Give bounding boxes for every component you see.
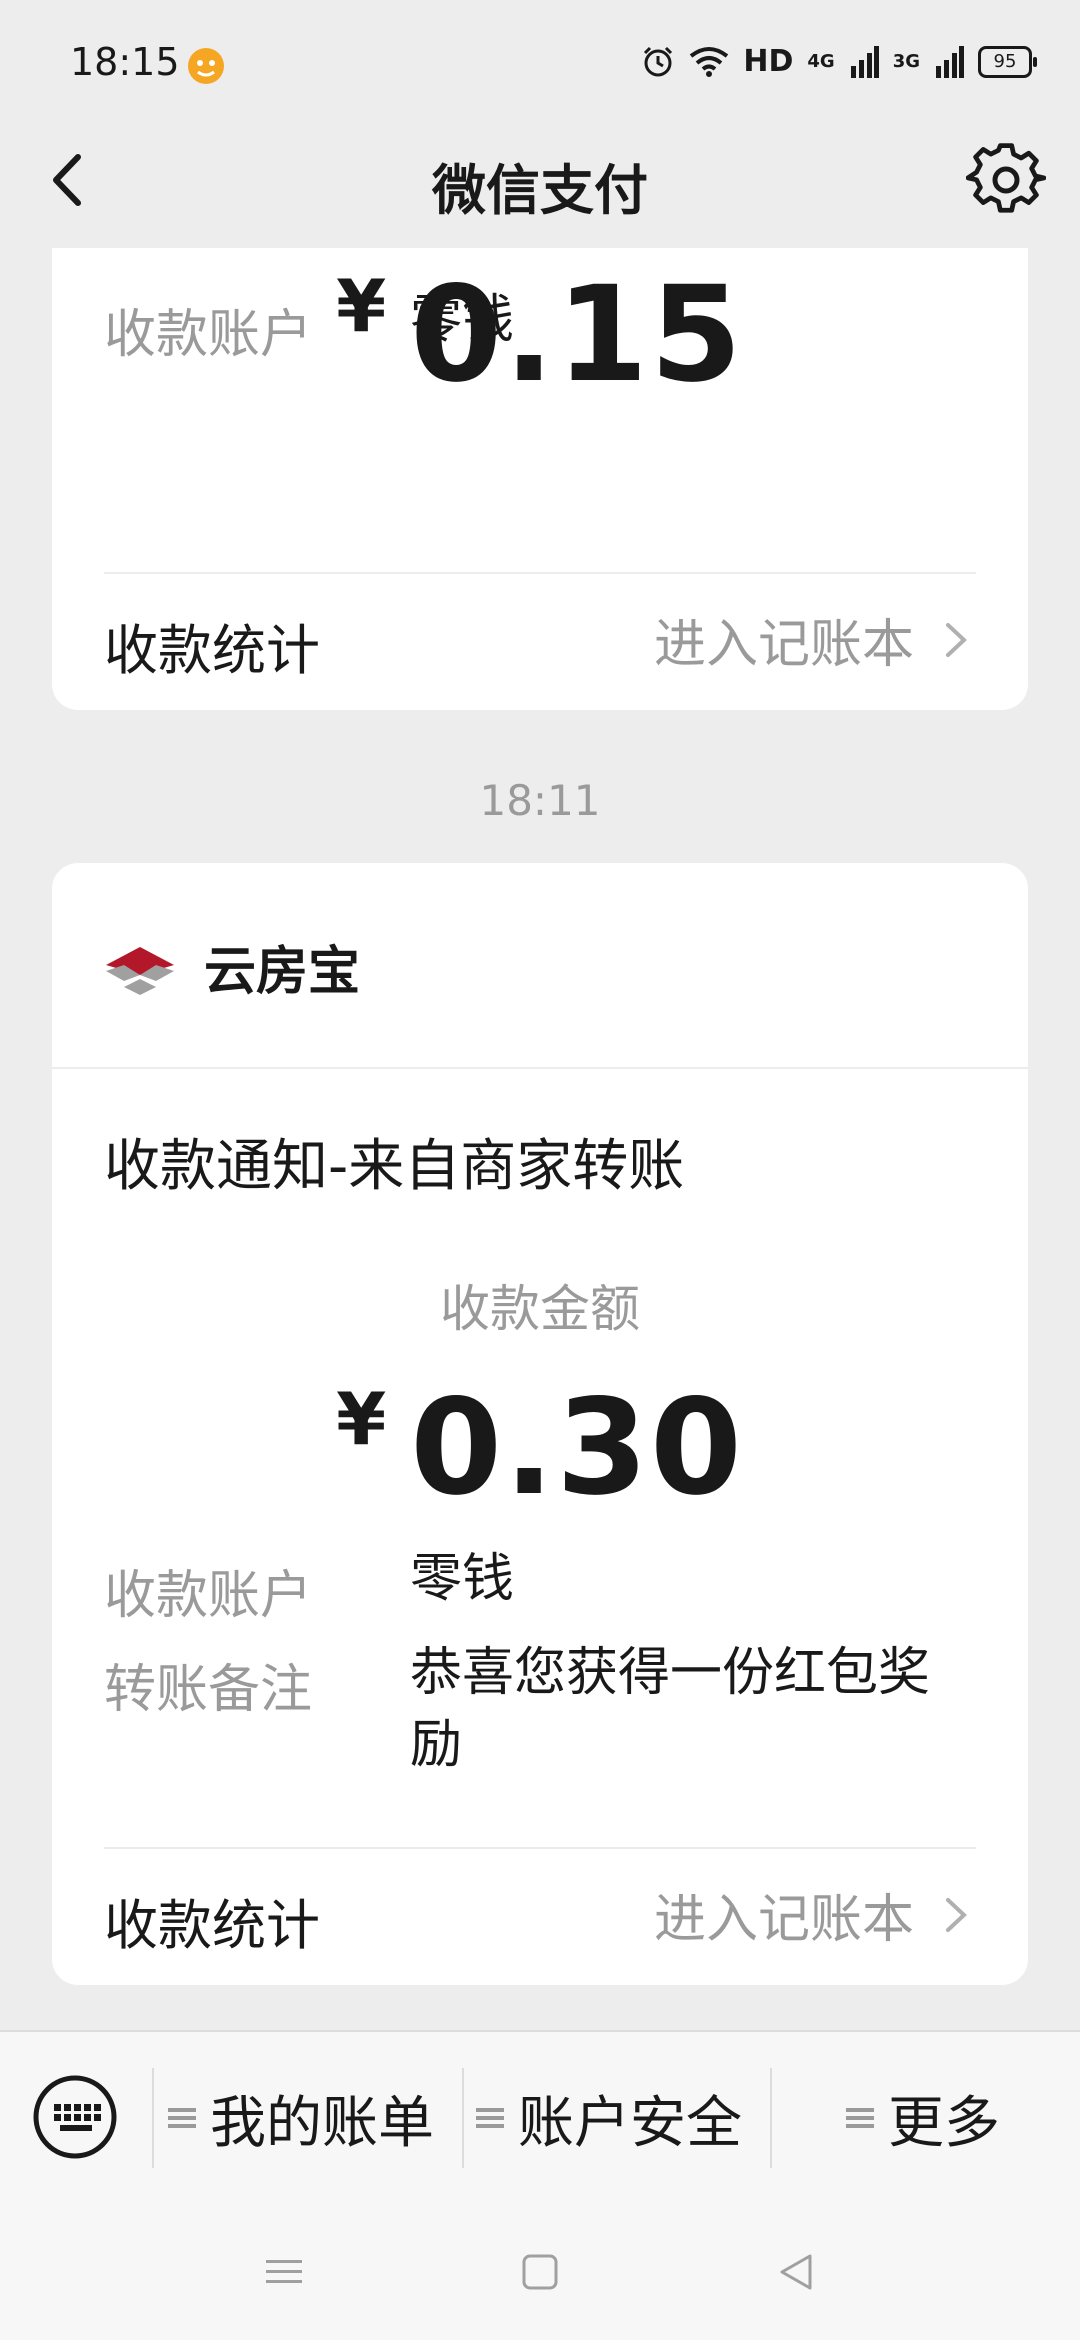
menu-list-icon	[168, 2108, 196, 2128]
chevron-right-icon	[946, 622, 967, 657]
amount-label: 收款金额	[440, 1280, 640, 1338]
home-icon[interactable]	[518, 2250, 562, 2294]
header-divider	[52, 1067, 1028, 1069]
wifi-icon	[690, 46, 729, 77]
signal-1-icon	[850, 45, 879, 78]
currency-symbol: ¥	[336, 1377, 387, 1461]
hd-label: HD	[743, 44, 794, 79]
account-label: 收款账户	[104, 1566, 313, 1626]
alarm-icon	[644, 46, 673, 76]
menu-label: 账户安全	[518, 2090, 742, 2156]
divider	[104, 572, 976, 574]
payment-card-previous: ¥0.15 收款账户 零钱 收款统计 进入记账本	[52, 248, 1028, 710]
menu-label: 更多	[888, 2090, 1000, 2156]
remark-label: 转账备注	[104, 1660, 313, 1720]
chevron-right-icon	[946, 1897, 967, 1932]
remark-value: 恭喜您获得一份红包奖励	[410, 1643, 931, 1775]
menu-separator	[152, 2068, 154, 2168]
stats-label: 收款统计	[104, 1894, 320, 1957]
status-time: 18:15	[70, 40, 180, 84]
menu-my-bills[interactable]: 我的账单	[168, 2068, 434, 2168]
notification-app-icon	[188, 48, 224, 84]
menu-list-icon	[476, 2108, 504, 2128]
menu-separator	[770, 2068, 772, 2168]
back-nav-icon[interactable]	[774, 2250, 818, 2294]
ledger-link[interactable]: 进入记账本	[654, 1877, 976, 1952]
account-label: 收款账户	[104, 305, 313, 365]
payment-notification-card[interactable]: 云房宝 收款通知-来自商家转账 收款金额 ¥0.30 收款账户 零钱 转账备注 …	[52, 863, 1028, 1985]
system-nav-bar	[0, 2200, 1080, 2340]
amount-display: ¥0.30	[52, 1371, 1028, 1525]
menu-separator	[462, 2068, 464, 2168]
notification-title: 收款通知-来自商家转账	[104, 1134, 685, 1199]
keyboard-icon[interactable]	[32, 2074, 118, 2160]
menu-label: 我的账单	[210, 2090, 434, 2156]
currency-symbol: ¥	[336, 264, 387, 348]
signal-2-icon	[936, 45, 964, 78]
ledger-link[interactable]: 进入记账本	[654, 602, 976, 677]
account-value: 零钱	[410, 290, 515, 350]
signal-2-label: 3G	[892, 51, 920, 72]
menu-more[interactable]: 更多	[846, 2068, 1000, 2168]
nav-bar: 微信支付	[0, 110, 1080, 250]
divider	[104, 1847, 976, 1849]
menu-list-icon	[846, 2108, 874, 2128]
stats-label: 收款统计	[104, 619, 320, 682]
ledger-link-label: 进入记账本	[653, 615, 914, 675]
page-title: 微信支付	[432, 159, 648, 222]
bottom-menu-bar: 我的账单 账户安全 更多	[0, 2030, 1080, 2202]
recent-apps-icon[interactable]	[262, 2250, 306, 2294]
message-timestamp: 18:11	[479, 776, 601, 825]
signal-1-label: 4G	[807, 51, 835, 72]
amount-value: 0.30	[410, 1371, 744, 1525]
account-value: 零钱	[410, 1549, 515, 1609]
merchant-name: 云房宝	[204, 942, 361, 1002]
menu-account-security[interactable]: 账户安全	[476, 2068, 742, 2168]
settings-gear-icon[interactable]	[966, 140, 1046, 220]
ledger-link-label: 进入记账本	[653, 1890, 914, 1950]
merchant-logo-icon	[106, 947, 174, 995]
battery-indicator: 95	[978, 45, 1037, 78]
